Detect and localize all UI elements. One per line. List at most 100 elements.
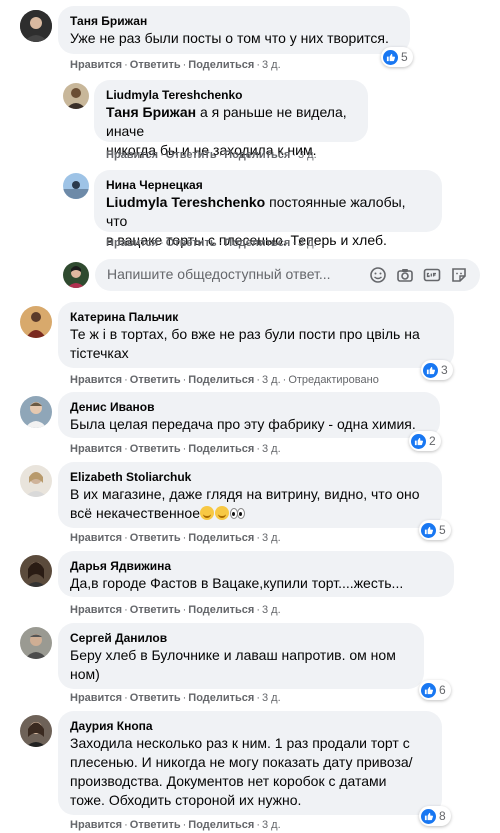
comment-actions: Нравится · Ответить · Поделиться · 3 д. (70, 532, 281, 544)
author-name[interactable]: Liudmyla Tereshchenko (106, 87, 356, 103)
timestamp[interactable]: 3 д. (262, 59, 281, 71)
avatar[interactable] (20, 715, 52, 747)
like-link[interactable]: Нравится (70, 532, 122, 544)
comment-bubble: Даурия Кнопа Заходила несколько раз к ни… (58, 711, 442, 815)
comment-actions: Нравится · Ответить · Поделиться · 3 д. (70, 604, 281, 616)
author-name[interactable]: Таня Брижан (70, 13, 398, 29)
avatar[interactable] (20, 10, 52, 42)
mention[interactable]: Таня Брижан (106, 104, 196, 120)
share-link[interactable]: Поделиться (188, 532, 254, 544)
timestamp[interactable]: 3 д. (298, 149, 317, 161)
comment-bubble: Сергей Данилов Беру хлеб в Булочнике и л… (58, 623, 424, 689)
comment-bubble: Liudmyla Tereshchenko Таня Брижан а я ра… (94, 80, 368, 158)
like-link[interactable]: Нравится (70, 443, 122, 455)
avatar[interactable] (63, 83, 89, 109)
like-link[interactable]: Нравится (106, 149, 158, 161)
share-link[interactable]: Поделиться (224, 237, 290, 249)
timestamp[interactable]: 3 д. (262, 532, 281, 544)
author-name[interactable]: Elizabeth Stoliarchuk (70, 469, 430, 485)
share-link[interactable]: Поделиться (188, 604, 254, 616)
reply-link[interactable]: Ответить (166, 149, 217, 161)
mention[interactable]: Liudmyla Tereshchenko (106, 194, 265, 210)
gif-icon[interactable] (422, 265, 442, 285)
avatar[interactable] (20, 306, 52, 338)
like-icon (421, 808, 436, 824)
avatar[interactable] (20, 465, 52, 497)
comment-actions: Нравится · Ответить · Поделиться · 3 д. (106, 237, 317, 249)
comment-text: всё некачественное (70, 504, 430, 523)
reply-link[interactable]: Ответить (130, 532, 181, 544)
avatar[interactable] (20, 396, 52, 428)
avatar[interactable] (63, 173, 89, 199)
share-link[interactable]: Поделиться (188, 443, 254, 455)
timestamp[interactable]: 3 д. (298, 237, 317, 249)
reaction-count[interactable]: 3 (421, 360, 453, 380)
comment-text: тоже. Обходить стороной их нужно. (70, 792, 302, 808)
like-link[interactable]: Нравится (106, 237, 158, 249)
comment-text: Те ж і в тортах, бо вже не раз були пост… (70, 326, 420, 342)
comment-actions: Нравится · Ответить · Поделиться · 3 д. (106, 149, 317, 161)
share-link[interactable]: Поделиться (188, 819, 254, 831)
reaction-count[interactable]: 5 (381, 47, 413, 67)
comment-actions: Нравится · Ответить · Поделиться · 3 д. (70, 692, 281, 704)
comment-bubble: Таня Брижан Уже не раз были посты о том … (58, 6, 410, 54)
comment-text: Liudmyla Tereshchenko постоянные жалобы,… (106, 194, 406, 229)
reply-link[interactable]: Ответить (130, 374, 181, 386)
like-link[interactable]: Нравится (70, 819, 122, 831)
comment-text: производства. Документов нет коробок с д… (70, 773, 387, 789)
share-link[interactable]: Поделиться (188, 59, 254, 71)
emoji-icon[interactable] (368, 265, 388, 285)
comment-actions: Нравится · Ответить · Поделиться · 3 д. (70, 819, 281, 831)
reaction-count[interactable]: 8 (419, 806, 451, 826)
reply-link[interactable]: Ответить (166, 237, 217, 249)
share-link[interactable]: Поделиться (188, 374, 254, 386)
timestamp[interactable]: 3 д. (262, 604, 281, 616)
comment-actions: Нравится · Ответить · Поделиться · 3 д. (70, 59, 281, 71)
like-icon (411, 433, 426, 449)
reply-link[interactable]: Ответить (130, 692, 181, 704)
reply-input[interactable]: Напишите общедоступный ответ... (107, 266, 331, 282)
timestamp[interactable]: 3 д. (262, 819, 281, 831)
author-name[interactable]: Дарья Ядвижина (70, 558, 442, 574)
comment-bubble: Денис Иванов Была целая передача про эту… (58, 392, 440, 438)
author-name[interactable]: Денис Иванов (70, 399, 428, 415)
reply-link[interactable]: Ответить (130, 443, 181, 455)
author-name[interactable]: Сергей Данилов (70, 630, 412, 646)
comment-text: Заходила несколько раз к ним. 1 раз прод… (70, 735, 410, 751)
reaction-count[interactable]: 2 (409, 431, 441, 451)
comment-actions: Нравится · Ответить · Поделиться · 3 д. (70, 443, 281, 455)
author-name[interactable]: Нина Чернецкая (106, 177, 430, 193)
share-link[interactable]: Поделиться (224, 149, 290, 161)
like-link[interactable]: Нравится (70, 692, 122, 704)
like-link[interactable]: Нравится (70, 59, 122, 71)
reply-composer[interactable]: Напишите общедоступный ответ... (95, 259, 480, 291)
comment-text: В их магазине, даже глядя на витрину, ви… (70, 486, 420, 502)
sticker-icon[interactable] (449, 265, 469, 285)
grin-emoji-icon (199, 506, 214, 520)
grin-emoji-icon (214, 506, 229, 520)
timestamp[interactable]: 3 д. (262, 374, 281, 386)
author-name[interactable]: Катерина Пальчик (70, 309, 442, 325)
comment-bubble: Катерина Пальчик Те ж і в тортах, бо вже… (58, 302, 454, 368)
share-link[interactable]: Поделиться (188, 692, 254, 704)
user-avatar (63, 262, 89, 288)
reaction-count[interactable]: 6 (419, 680, 451, 700)
comment-text: Уже не раз были посты о том что у них тв… (70, 30, 389, 46)
timestamp[interactable]: 3 д. (262, 443, 281, 455)
comment-text: плесенью. И никогда не могу показать дат… (70, 754, 413, 770)
author-name[interactable]: Даурия Кнопа (70, 718, 430, 734)
comment-bubble: Нина Чернецкая Liudmyla Tereshchenko пос… (94, 170, 442, 248)
eyes-emoji-icon (229, 506, 245, 520)
edited-label[interactable]: Отредактировано (288, 374, 379, 386)
like-link[interactable]: Нравится (70, 374, 122, 386)
timestamp[interactable]: 3 д. (262, 692, 281, 704)
reaction-count[interactable]: 5 (419, 520, 451, 540)
like-link[interactable]: Нравится (70, 604, 122, 616)
avatar[interactable] (20, 555, 52, 587)
like-icon (423, 362, 438, 378)
camera-icon[interactable] (395, 265, 415, 285)
reply-link[interactable]: Ответить (130, 59, 181, 71)
reply-link[interactable]: Ответить (130, 819, 181, 831)
avatar[interactable] (20, 627, 52, 659)
reply-link[interactable]: Ответить (130, 604, 181, 616)
